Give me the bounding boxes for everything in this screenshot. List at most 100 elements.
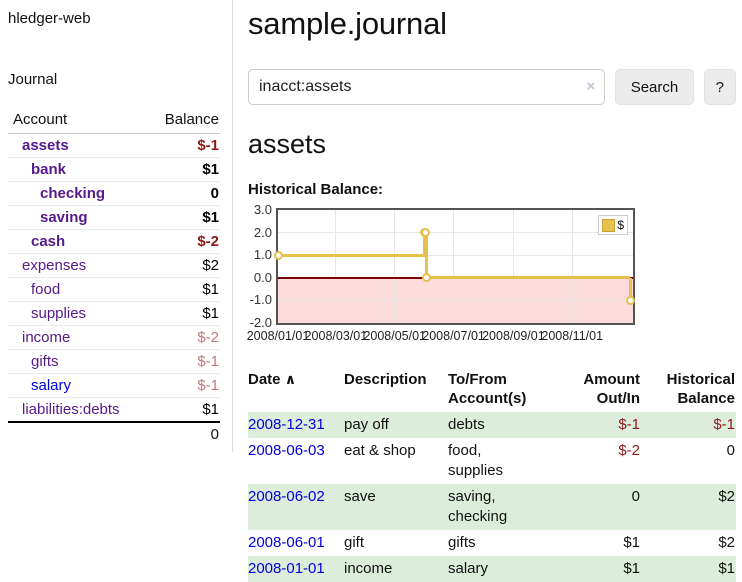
transaction-accounts: food, supplies bbox=[448, 438, 548, 484]
chart-line-segment bbox=[278, 254, 425, 257]
accounts-header-account: Account bbox=[8, 109, 146, 134]
account-balance: $1 bbox=[146, 158, 220, 182]
transaction-amount: 0 bbox=[548, 484, 641, 530]
account-row: salary$-1 bbox=[8, 374, 220, 398]
sidebar-item-journal[interactable]: Journal bbox=[8, 71, 220, 88]
txns-header-accounts: To/From Account(s) bbox=[448, 368, 548, 412]
account-row: saving $1 bbox=[8, 206, 220, 230]
account-row: checking 0 bbox=[8, 182, 220, 206]
page-title: sample.journal bbox=[248, 6, 736, 42]
sidebar: hledger-web Journal Account Balance asse… bbox=[0, 0, 233, 452]
account-row: expenses $2 bbox=[8, 254, 220, 278]
account-row: gifts $-1 bbox=[8, 350, 220, 374]
transaction-accounts: gifts bbox=[448, 530, 548, 556]
transaction-amount: $-1 bbox=[548, 412, 641, 438]
historical-balance-chart: $ 2008/01/012008/03/012008/05/012008/07/… bbox=[248, 208, 736, 350]
help-button[interactable]: ? bbox=[704, 69, 736, 105]
account-row: liabilities:debts$1 bbox=[8, 398, 220, 423]
account-link[interactable]: saving bbox=[40, 209, 88, 226]
transaction-description: income bbox=[344, 556, 448, 582]
transaction-balance: 0 bbox=[641, 438, 736, 484]
transaction-balance: $-1 bbox=[641, 412, 736, 438]
transaction-description: pay off bbox=[344, 412, 448, 438]
chart-line-segment bbox=[427, 276, 631, 279]
account-row: food $1 bbox=[8, 278, 220, 302]
transactions-table: Date ∧ Description To/From Account(s) Am… bbox=[248, 368, 736, 582]
account-balance: $-2 bbox=[146, 230, 220, 254]
legend-swatch-icon bbox=[602, 219, 615, 232]
transaction-amount: $-2 bbox=[548, 438, 641, 484]
chart-gridline bbox=[572, 210, 573, 323]
accounts-header-balance: Balance bbox=[146, 109, 220, 134]
accounts-total-row: 0 bbox=[8, 422, 220, 446]
chart-y-tick-label: 1.0 bbox=[248, 248, 272, 262]
legend-label: $ bbox=[617, 218, 624, 232]
chart-data-point bbox=[626, 296, 635, 305]
clear-search-icon[interactable]: × bbox=[587, 78, 596, 96]
account-link[interactable]: cash bbox=[31, 233, 65, 250]
chart-data-point bbox=[421, 228, 430, 237]
transaction-row: 2008-06-02savesaving, checking0$2 bbox=[248, 484, 736, 530]
chart-x-tick-label: 2008/07/01 bbox=[422, 329, 485, 343]
transaction-date-link[interactable]: 2008-01-01 bbox=[248, 560, 325, 577]
transaction-date-link[interactable]: 2008-06-01 bbox=[248, 534, 325, 551]
transaction-description: save bbox=[344, 484, 448, 530]
search-input[interactable] bbox=[248, 69, 605, 105]
transaction-balance: $1 bbox=[641, 556, 736, 582]
account-link[interactable]: income bbox=[22, 329, 70, 346]
account-balance: $2 bbox=[146, 254, 220, 278]
account-link[interactable]: salary bbox=[31, 377, 71, 394]
accounts-body: assets$-1bank$1checking0saving$1cash$-2e… bbox=[8, 134, 220, 447]
app-title-link[interactable]: hledger-web bbox=[8, 10, 220, 27]
txns-header-amount: Amount Out/In bbox=[548, 368, 641, 412]
chart-x-tick-label: 2008/11/01 bbox=[541, 329, 603, 343]
transaction-date-link[interactable]: 2008-06-03 bbox=[248, 442, 325, 459]
chart-x-tick-label: 2008/05/01 bbox=[363, 329, 426, 343]
account-row: supplies $1 bbox=[8, 302, 220, 326]
transaction-row: 2008-12-31pay offdebts$-1$-1 bbox=[248, 412, 736, 438]
account-link[interactable]: checking bbox=[40, 185, 105, 202]
sort-asc-icon: ∧ bbox=[285, 371, 296, 387]
account-link[interactable]: gifts bbox=[31, 353, 59, 370]
chart-gridline bbox=[278, 232, 633, 233]
txns-header-date[interactable]: Date ∧ bbox=[248, 368, 344, 412]
chart-gridline bbox=[278, 300, 633, 301]
chart-y-tick-label: 3.0 bbox=[248, 203, 272, 217]
chart-y-tick-label: 0.0 bbox=[248, 271, 272, 285]
transaction-date-link[interactable]: 2008-06-02 bbox=[248, 488, 325, 505]
transaction-accounts: debts bbox=[448, 412, 548, 438]
chart-x-tick-label: 2008/03/01 bbox=[305, 329, 368, 343]
account-link[interactable]: food bbox=[31, 281, 60, 298]
account-link[interactable]: expenses bbox=[22, 257, 86, 274]
chart-title: Historical Balance: bbox=[248, 181, 736, 198]
chart-y-tick-label: -1.0 bbox=[248, 293, 272, 307]
account-link[interactable]: supplies bbox=[31, 305, 86, 322]
account-row: income$-2 bbox=[8, 326, 220, 350]
account-balance: $1 bbox=[146, 206, 220, 230]
chart-gridline bbox=[394, 210, 395, 323]
account-balance: $1 bbox=[146, 278, 220, 302]
transaction-description: eat & shop bbox=[344, 438, 448, 484]
transaction-date-link[interactable]: 2008-12-31 bbox=[248, 416, 325, 433]
account-link[interactable]: bank bbox=[31, 161, 66, 178]
transaction-description: gift bbox=[344, 530, 448, 556]
search-button[interactable]: Search bbox=[615, 69, 693, 105]
account-balance: 0 bbox=[146, 182, 220, 206]
txns-header-balance: Historical Balance bbox=[641, 368, 736, 412]
account-row: cash $-2 bbox=[8, 230, 220, 254]
transaction-balance: $2 bbox=[641, 530, 736, 556]
account-balance: $-1 bbox=[146, 350, 220, 374]
transaction-amount: $1 bbox=[548, 530, 641, 556]
account-link[interactable]: assets bbox=[22, 137, 69, 154]
account-heading: assets bbox=[248, 129, 736, 160]
search-box: × bbox=[248, 69, 605, 105]
account-balance: $1 bbox=[146, 302, 220, 326]
chart-gridline bbox=[335, 210, 336, 323]
account-link[interactable]: liabilities:debts bbox=[22, 401, 120, 418]
chart-y-tick-label: -2.0 bbox=[248, 316, 272, 330]
transaction-balance: $2 bbox=[641, 484, 736, 530]
chart-x-tick-label: 2008/09/01 bbox=[482, 329, 545, 343]
chart-line-segment bbox=[425, 233, 428, 278]
search-bar: × Search ? bbox=[248, 69, 736, 105]
chart-legend: $ bbox=[598, 215, 628, 235]
